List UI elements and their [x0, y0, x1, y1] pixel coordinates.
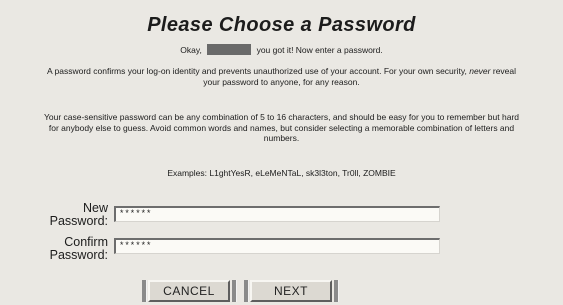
page-title: Please Choose a Password: [147, 14, 416, 36]
security-paragraph: A password confirms your log-on identity…: [40, 66, 523, 87]
cancel-button-right-bracket: [232, 280, 237, 302]
greeting-line: Okay, you got it! Now enter a password.: [0, 44, 563, 55]
new-password-label: New Password:: [49, 201, 108, 228]
next-button[interactable]: NEXT: [250, 280, 332, 302]
examples-line: Examples: L1ghtYesR, eLeMeNTaL, sk3l3ton…: [0, 168, 563, 178]
security-emphasis: never: [469, 66, 491, 76]
password-rules-paragraph: Your case-sensitive password can be any …: [43, 112, 519, 143]
security-text-1: A password confirms your log-on identity…: [46, 66, 467, 76]
examples-label: Examples:: [167, 168, 207, 178]
new-password-field[interactable]: ******: [114, 206, 440, 222]
cancel-button[interactable]: CANCEL: [148, 280, 230, 302]
greeting-prefix: Okay,: [180, 45, 202, 55]
examples-values: L1ghtYesR, eLeMeNTaL, sk3l3ton, Tr0ll, Z…: [209, 168, 396, 178]
confirm-password-field[interactable]: ******: [114, 238, 440, 254]
redacted-username: [207, 44, 252, 55]
next-button-right-bracket: [334, 280, 339, 302]
cancel-button-left-bracket: [142, 280, 147, 302]
confirm-password-label: Confirm Password:: [49, 235, 108, 262]
greeting-suffix: you got it! Now enter a password.: [256, 45, 383, 55]
next-button-left-bracket: [244, 280, 249, 302]
